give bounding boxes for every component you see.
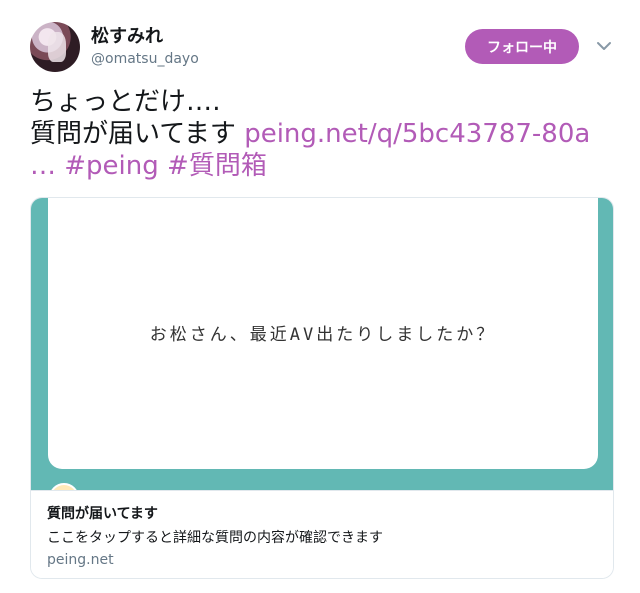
user-handle[interactable]: @omatsu_dayo <box>91 51 199 67</box>
tweet-line-3: … #peing #質問箱 <box>30 150 620 182</box>
card-body[interactable]: 質問が届いてます ここをタップすると詳細な質問の内容が確認できます peing.… <box>31 490 613 578</box>
hashtag-peing[interactable]: #peing <box>64 151 159 181</box>
tweet-line-1: ちょっとだけ‥‥ <box>30 87 221 117</box>
card-question-text: お松さん、最近AV出たりしましたか？ <box>149 324 497 345</box>
card-question-box: お松さん、最近AV出たりしましたか？ <box>48 198 598 469</box>
display-name[interactable]: 松すみれ <box>91 22 163 48</box>
following-button[interactable]: フォロー中 <box>465 29 579 64</box>
card-title: 質問が届いてます <box>47 506 158 522</box>
tweet: 松すみれ @omatsu_dayo フォロー中 ちょっとだけ‥‥ 質問が届いてま… <box>0 0 640 593</box>
link-preview-card[interactable]: お松さん、最近AV出たりしましたか？ 質問が届いてます ここをタップすると詳細な… <box>30 197 614 579</box>
tweet-url-link[interactable]: peing.net/q/5bc43787-80a <box>244 119 590 149</box>
card-domain: peing.net <box>47 552 114 568</box>
hashtag-shitsumonbako[interactable]: #質問箱 <box>167 151 267 181</box>
avatar[interactable] <box>30 22 80 72</box>
card-image[interactable]: お松さん、最近AV出たりしましたか？ <box>31 198 613 513</box>
tweet-url-ellipsis[interactable]: … <box>30 151 56 181</box>
tweet-line-2: 質問が届いてます peing.net/q/5bc43787-80a <box>30 118 620 150</box>
chevron-down-icon[interactable] <box>596 38 612 54</box>
tweet-line-2-text: 質問が届いてます <box>30 119 245 149</box>
tweet-text: ちょっとだけ‥‥ 質問が届いてます peing.net/q/5bc43787-8… <box>30 86 620 182</box>
card-description: ここをタップすると詳細な質問の内容が確認できます <box>47 530 383 546</box>
